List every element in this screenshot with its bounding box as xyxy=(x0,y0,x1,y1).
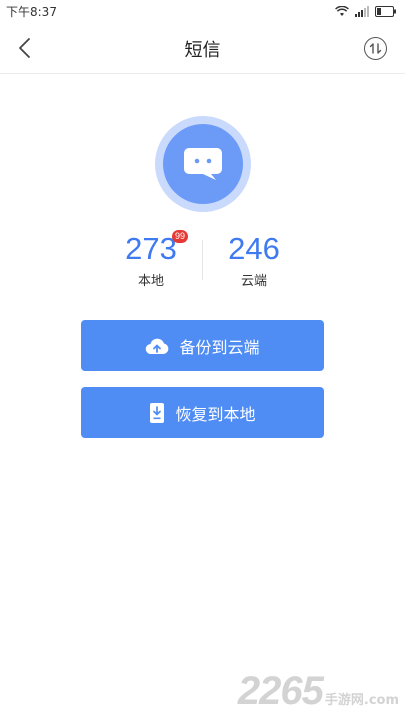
sms-icon-badge xyxy=(155,116,251,212)
signal-icon xyxy=(355,5,369,17)
stats-divider xyxy=(202,240,203,280)
restore-button-label: 恢复到本地 xyxy=(175,404,256,424)
restore-to-local-button[interactable]: 恢复到本地 xyxy=(81,387,324,438)
sms-icon-circle xyxy=(163,124,243,204)
wifi-icon xyxy=(335,5,349,16)
watermark-number: 2265 xyxy=(237,669,324,713)
watermark-domain: .com xyxy=(363,693,399,708)
sort-arrows-icon xyxy=(369,43,382,54)
status-time: 下午8:37 xyxy=(6,4,57,19)
status-icons xyxy=(335,5,397,17)
backup-button-label: 备份到云端 xyxy=(179,337,260,357)
page-title: 短信 xyxy=(184,40,221,61)
cloud-count: 246 xyxy=(228,231,280,266)
battery-icon xyxy=(375,5,396,17)
cloud-label: 云端 xyxy=(240,274,267,289)
app-header: 短信 xyxy=(0,22,405,74)
message-bubble-icon xyxy=(184,148,222,180)
sort-button[interactable] xyxy=(364,37,387,60)
watermark-logo: 2265 手游网 .com xyxy=(238,669,399,714)
local-count-badge: 99 xyxy=(172,230,189,243)
status-bar: 下午8:37 xyxy=(0,0,405,22)
local-label: 本地 xyxy=(137,274,164,289)
watermark-text: 手游网 xyxy=(324,693,364,708)
backup-to-cloud-button[interactable]: 备份到云端 xyxy=(81,320,324,371)
cloud-upload-icon xyxy=(146,338,169,354)
phone-download-icon xyxy=(150,402,165,423)
cloud-stat[interactable]: 246 云端 xyxy=(204,230,304,289)
